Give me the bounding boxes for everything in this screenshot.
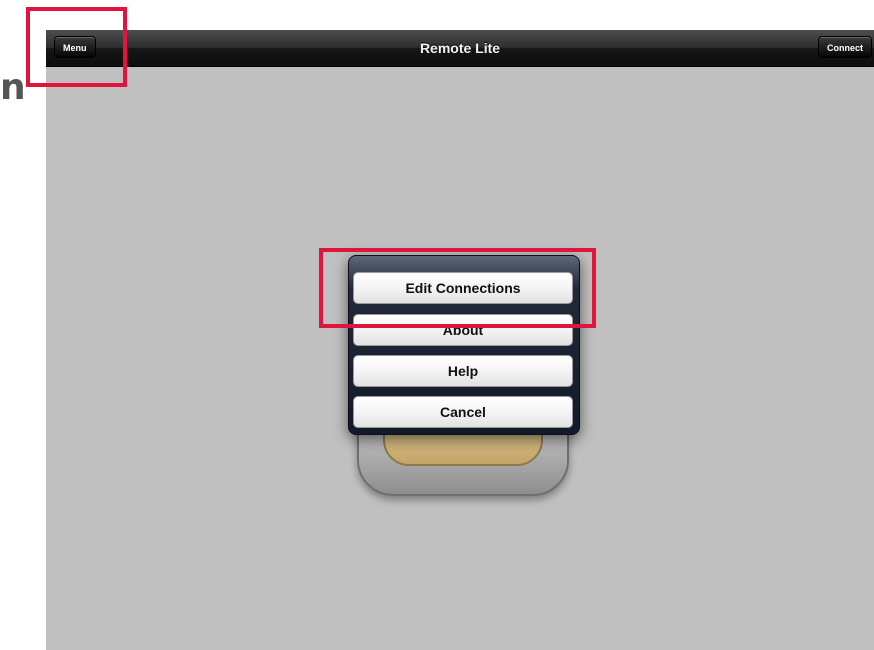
menu-button[interactable]: Menu xyxy=(54,36,96,58)
edit-connections-button[interactable]: Edit Connections xyxy=(353,272,573,304)
partial-caption-letter: n xyxy=(0,67,26,108)
ipad-screen: Remote Lite Menu Connect Edit Connection… xyxy=(46,30,874,650)
about-button[interactable]: About xyxy=(353,314,573,346)
cancel-button[interactable]: Cancel xyxy=(353,396,573,428)
help-button[interactable]: Help xyxy=(353,355,573,387)
connect-button[interactable]: Connect xyxy=(818,36,872,58)
menu-popover: Edit Connections About Help Cancel xyxy=(348,255,580,435)
navigation-bar: Remote Lite Menu Connect xyxy=(46,30,874,67)
app-title: Remote Lite xyxy=(419,40,501,56)
